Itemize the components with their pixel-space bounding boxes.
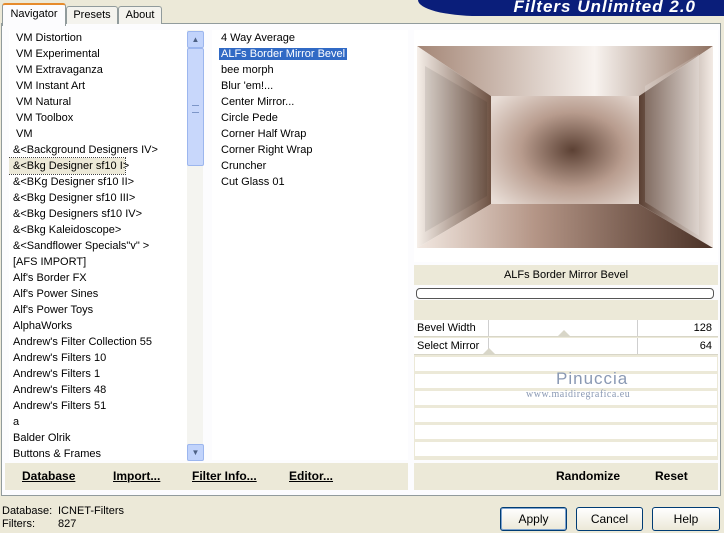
slider-marker[interactable] bbox=[483, 348, 495, 354]
param-label: Bevel Width bbox=[417, 322, 476, 334]
empty-param-row bbox=[415, 442, 717, 456]
category-item[interactable]: &<Bkg Designer sf10 I> bbox=[9, 157, 129, 175]
category-item[interactable]: Andrew's Filter Collection 55 bbox=[9, 334, 187, 350]
watermark-site: www.maidiregrafica.eu bbox=[526, 389, 631, 400]
filter-item-label: Circle Pede bbox=[221, 112, 278, 124]
empty-param-row bbox=[415, 408, 717, 422]
filter-item-label: Corner Half Wrap bbox=[221, 128, 307, 140]
filter-item[interactable]: bee morph bbox=[212, 62, 408, 78]
filter-item[interactable]: Center Mirror... bbox=[212, 94, 408, 110]
category-item[interactable]: VM Instant Art bbox=[9, 78, 187, 94]
right-button-bar: Randomize Reset bbox=[414, 463, 718, 490]
database-value: ICNET-Filters bbox=[58, 505, 124, 517]
title-banner: Filters Unlimited 2.0 bbox=[418, 0, 724, 16]
scroll-up-button[interactable]: ▲ bbox=[187, 31, 204, 48]
category-item[interactable]: Andrew's Filters 51 bbox=[9, 398, 187, 414]
category-item[interactable]: Andrew's Filters 48 bbox=[9, 382, 187, 398]
tab-presets[interactable]: Presets bbox=[66, 6, 118, 24]
category-list[interactable]: VM Distortion VM Experimental VM Extravaga… bbox=[9, 30, 187, 460]
category-item[interactable]: a bbox=[9, 414, 187, 430]
filter-item-label: ALFs Border Mirror Bevel bbox=[219, 48, 348, 60]
database-label: Database: bbox=[2, 505, 53, 517]
apply-button[interactable]: Apply bbox=[500, 507, 567, 531]
status-area: Database: ICNET-Filters Filters: 827 bbox=[2, 505, 124, 531]
tab-strip: Navigator Presets About bbox=[0, 0, 420, 26]
category-item[interactable]: VM Distortion bbox=[9, 30, 187, 46]
param-label: Select Mirror bbox=[417, 340, 480, 352]
category-item[interactable]: Balder Olrik bbox=[9, 430, 187, 446]
category-item[interactable]: Alf's Border FX bbox=[9, 270, 187, 286]
filter-item-label: Cut Glass 01 bbox=[221, 176, 285, 188]
filter-item[interactable]: Circle Pede bbox=[212, 110, 408, 126]
category-item[interactable]: VM bbox=[9, 126, 187, 142]
editor-button[interactable]: Editor... bbox=[289, 469, 333, 483]
slider-track[interactable] bbox=[488, 320, 638, 336]
category-item[interactable]: Buttons & Frames bbox=[9, 446, 187, 460]
filter-item[interactable]: 4 Way Average bbox=[212, 30, 408, 46]
category-item[interactable]: &<Sandflower Specials"v" > bbox=[9, 238, 187, 254]
category-item[interactable]: VM Natural bbox=[9, 94, 187, 110]
tab-navigator[interactable]: Navigator bbox=[2, 3, 66, 26]
filter-item[interactable]: Cruncher bbox=[212, 158, 408, 174]
filters-count: 827 bbox=[58, 518, 77, 530]
import-button[interactable]: Import... bbox=[113, 469, 160, 483]
category-item[interactable]: &<Bkg Kaleidoscope> bbox=[9, 222, 187, 238]
app-title: Filters Unlimited 2.0 bbox=[513, 0, 696, 16]
filter-item[interactable]: ALFs Border Mirror Bevel bbox=[212, 46, 408, 62]
category-item[interactable]: &<Bkg Designer sf10 III> bbox=[9, 190, 187, 206]
category-scrollbar[interactable]: ▲ ▼ bbox=[187, 30, 204, 461]
filter-item-label: 4 Way Average bbox=[221, 32, 295, 44]
filter-item[interactable]: Blur 'em!... bbox=[212, 78, 408, 94]
param-bevel-width[interactable]: Bevel Width 128 bbox=[414, 320, 718, 337]
filter-item[interactable]: Corner Half Wrap bbox=[212, 126, 408, 142]
empty-param-row bbox=[415, 425, 717, 439]
filter-list[interactable]: 4 Way Average ALFs Border Mirror Bevel bee… bbox=[212, 30, 408, 460]
filter-info-button[interactable]: Filter Info... bbox=[192, 469, 257, 483]
category-item[interactable]: Alf's Power Toys bbox=[9, 302, 187, 318]
grip-icon bbox=[192, 105, 199, 113]
scroll-thumb[interactable] bbox=[187, 48, 204, 166]
filter-item[interactable]: Corner Right Wrap bbox=[212, 142, 408, 158]
filter-item-label: Center Mirror... bbox=[221, 96, 295, 108]
progress-bar bbox=[416, 288, 714, 299]
reset-button[interactable]: Reset bbox=[655, 469, 688, 483]
category-item[interactable]: VM Toolbox bbox=[9, 110, 187, 126]
category-item[interactable]: VM Extravaganza bbox=[9, 62, 187, 78]
randomize-button[interactable]: Randomize bbox=[556, 469, 620, 483]
category-item[interactable]: Alf's Power Sines bbox=[9, 286, 187, 302]
watermark-name: Pinuccia bbox=[556, 369, 629, 388]
category-item[interactable]: VM Experimental bbox=[9, 46, 187, 62]
filter-item-label: Blur 'em!... bbox=[221, 80, 274, 92]
left-button-bar: Database Import... Filter Info... Editor… bbox=[5, 463, 408, 490]
filter-item-label: bee morph bbox=[221, 64, 274, 76]
filters-label: Filters: bbox=[2, 518, 35, 530]
tab-about[interactable]: About bbox=[118, 6, 162, 24]
param-value: 64 bbox=[699, 340, 712, 352]
param-select-mirror[interactable]: Select Mirror 64 bbox=[414, 338, 718, 355]
filter-item-label: Corner Right Wrap bbox=[221, 144, 313, 156]
preview-panel bbox=[414, 30, 718, 262]
param-value: 128 bbox=[693, 322, 712, 334]
scroll-down-button[interactable]: ▼ bbox=[187, 444, 204, 461]
category-item[interactable]: Andrew's Filters 1 bbox=[9, 366, 187, 382]
category-item[interactable]: &<BKg Designer sf10 II> bbox=[9, 174, 187, 190]
category-item[interactable]: [AFS IMPORT] bbox=[9, 254, 187, 270]
category-item[interactable]: Andrew's Filters 10 bbox=[9, 350, 187, 366]
category-item[interactable]: AlphaWorks bbox=[9, 318, 187, 334]
help-button[interactable]: Help bbox=[652, 507, 720, 531]
cancel-button[interactable]: Cancel bbox=[576, 507, 643, 531]
category-item[interactable]: &<Bkg Designers sf10 IV> bbox=[9, 206, 187, 222]
database-button[interactable]: Database bbox=[22, 469, 75, 483]
filter-item-label: Cruncher bbox=[221, 160, 267, 172]
slider-track[interactable] bbox=[483, 338, 638, 354]
filter-item[interactable]: Cut Glass 01 bbox=[212, 174, 408, 190]
filter-name-label: ALFs Border Mirror Bevel bbox=[414, 265, 718, 285]
preview-image[interactable] bbox=[417, 46, 713, 248]
category-item[interactable]: &<Background Designers IV> bbox=[9, 142, 187, 158]
slider-marker[interactable] bbox=[558, 330, 570, 336]
